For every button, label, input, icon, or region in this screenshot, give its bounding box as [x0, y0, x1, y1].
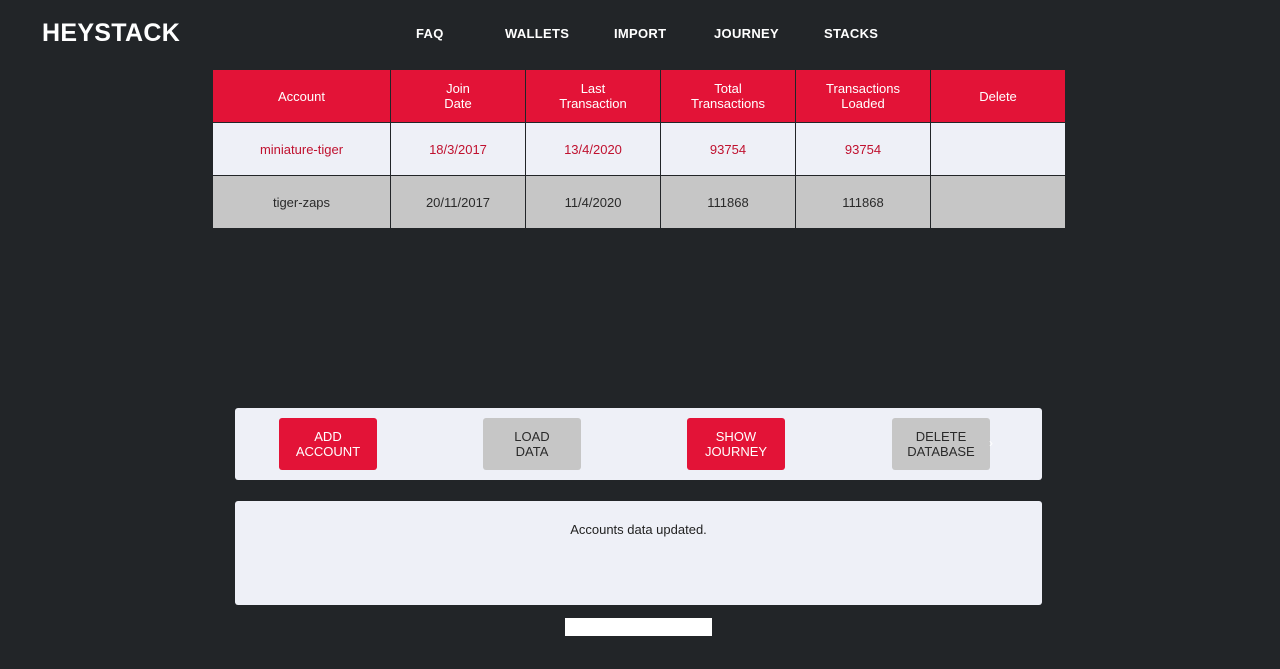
table-row[interactable]: miniature-tiger 18/3/2017 13/4/2020 9375… [212, 122, 1066, 176]
cell-join-date: 18/3/2017 [390, 122, 526, 176]
cell-total-transactions: 93754 [660, 122, 796, 176]
chevron-right-icon: › [989, 436, 993, 450]
accounts-table: Account Join Date Last Transaction Total… [212, 69, 1066, 229]
cell-account[interactable]: miniature-tiger [212, 122, 391, 176]
cell-total-transactions: 111868 [660, 175, 796, 229]
delete-database-button[interactable]: DELETE DATABASE [892, 418, 990, 470]
add-account-button[interactable]: ADD ACCOUNT [279, 418, 377, 470]
nav-faq[interactable]: FAQ [416, 26, 444, 41]
status-panel: Accounts data updated. [235, 501, 1042, 605]
cell-last-transaction: 11/4/2020 [525, 175, 661, 229]
navbar: HEYSTACK FAQ WALLETS IMPORT JOURNEY STAC… [0, 0, 1280, 66]
header-transactions-loaded[interactable]: Transactions Loaded [795, 69, 931, 123]
cell-transactions-loaded: 111868 [795, 175, 931, 229]
cell-delete[interactable] [930, 122, 1066, 176]
cell-last-transaction: 13/4/2020 [525, 122, 661, 176]
status-message: Accounts data updated. [570, 522, 707, 537]
header-last-transaction[interactable]: Last Transaction [525, 69, 661, 123]
nav-stacks[interactable]: STACKS [824, 26, 878, 41]
cell-delete[interactable] [930, 175, 1066, 229]
header-delete: Delete [930, 69, 1066, 123]
header-join-date[interactable]: Join Date [390, 69, 526, 123]
load-data-button[interactable]: LOAD DATA [483, 418, 581, 470]
nav-import[interactable]: IMPORT [614, 26, 666, 41]
cell-account[interactable]: tiger-zaps [212, 175, 391, 229]
nav-wallets[interactable]: WALLETS [505, 26, 569, 41]
nav-journey[interactable]: JOURNEY [714, 26, 779, 41]
action-button-panel: ADD ACCOUNT LOAD DATA SHOW JOURNEY DELET… [235, 408, 1042, 480]
show-journey-button[interactable]: SHOW JOURNEY [687, 418, 785, 470]
header-total-transactions[interactable]: Total Transactions [660, 69, 796, 123]
table-row[interactable]: tiger-zaps 20/11/2017 11/4/2020 111868 1… [212, 175, 1066, 229]
brand-logo[interactable]: HEYSTACK [42, 19, 180, 48]
table-header-row: Account Join Date Last Transaction Total… [212, 69, 1066, 123]
cell-join-date: 20/11/2017 [390, 175, 526, 229]
header-account[interactable]: Account [212, 69, 391, 123]
input-bar[interactable] [565, 618, 712, 636]
cell-transactions-loaded: 93754 [795, 122, 931, 176]
